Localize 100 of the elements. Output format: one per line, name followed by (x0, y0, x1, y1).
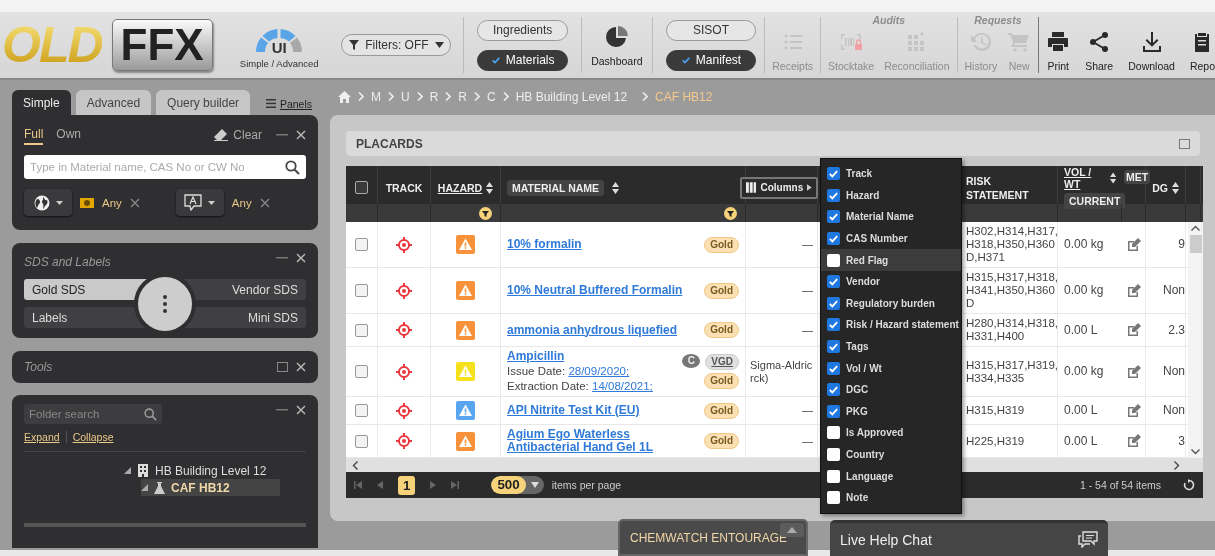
toolbar-button[interactable]: Download (1128, 27, 1175, 73)
search-field[interactable]: Type in Material name, CAS No or CW No (24, 155, 306, 179)
column-header[interactable]: DG (1152, 181, 1168, 194)
tag[interactable]: Gold (704, 322, 739, 338)
close-icon[interactable] (296, 405, 306, 415)
menu-item[interactable]: DGC (821, 378, 961, 401)
close-icon[interactable] (296, 362, 306, 372)
columns-button[interactable]: Columns (740, 176, 818, 199)
live-chat-bar[interactable]: Live Help Chat (830, 520, 1108, 556)
ui-mode-switch[interactable]: UI Simple / Advanced (235, 21, 324, 69)
menu-item[interactable]: Tags (821, 335, 961, 358)
entourage-tab[interactable]: CHEMWATCH ENTOURAGE (618, 519, 808, 556)
maximize-icon[interactable] (277, 362, 288, 372)
target-icon[interactable] (396, 322, 412, 338)
scroll-right-icon[interactable] (1174, 460, 1180, 470)
close-icon[interactable] (129, 197, 140, 208)
row-checkbox[interactable] (355, 284, 368, 297)
expander-icon[interactable] (141, 484, 148, 491)
search-icon[interactable] (285, 160, 300, 175)
language-dropdown[interactable] (175, 189, 224, 216)
folder-search-field[interactable]: Folder search (24, 404, 162, 424)
menu-item[interactable]: PKG (821, 400, 961, 423)
target-icon[interactable] (396, 402, 412, 419)
menu-item[interactable]: Language (821, 465, 961, 487)
column-header[interactable]: HAZARD (437, 181, 483, 194)
close-icon[interactable] (296, 130, 306, 140)
scroll-down-icon[interactable] (1191, 449, 1200, 455)
tree-link[interactable]: Collapse (72, 431, 114, 443)
toolbar-button[interactable]: Repo (1189, 27, 1215, 73)
close-icon[interactable] (259, 197, 270, 208)
toolbar-button[interactable]: Print (1046, 27, 1071, 73)
scroll-left-icon[interactable] (352, 460, 358, 470)
last-page-icon[interactable] (451, 481, 460, 489)
edit-icon[interactable] (1126, 237, 1141, 252)
menu-item[interactable]: Vendor (821, 270, 961, 293)
checkbox[interactable] (827, 340, 840, 354)
menu-item[interactable]: Regulatory burden (821, 292, 961, 315)
date-link[interactable]: 28/09/2020; (568, 365, 630, 377)
sidebar-tab[interactable]: Advanced (75, 90, 152, 115)
material-link[interactable]: Agium Ego Waterless Antibacterial Hand Gel 1L (507, 428, 699, 454)
toggle-button[interactable]: SISOT (665, 19, 757, 41)
menu-item[interactable]: Hazard (821, 184, 961, 207)
previous-page-icon[interactable] (376, 481, 384, 489)
clear-button[interactable]: Clear (214, 128, 262, 142)
row-checkbox[interactable] (355, 365, 368, 378)
tag[interactable]: Gold (704, 373, 739, 389)
scrollbar-thumb[interactable] (1189, 235, 1202, 253)
target-icon[interactable] (396, 236, 412, 253)
tree-item[interactable]: HB Building Level 12 (124, 462, 267, 479)
checkbox[interactable] (827, 383, 840, 397)
checkbox[interactable] (827, 426, 840, 440)
material-link[interactable]: 10% formalin (507, 238, 699, 251)
material-link[interactable]: API Nitrite Test Kit (EU) (507, 404, 699, 417)
expander-icon[interactable] (124, 467, 131, 474)
menu-item[interactable]: Material Name (821, 206, 961, 228)
tag[interactable]: Gold (704, 433, 739, 449)
first-page-icon[interactable] (354, 481, 362, 489)
filter-icon[interactable] (479, 206, 492, 220)
search-icon[interactable] (144, 408, 157, 421)
menu-item[interactable]: Vol / Wt (821, 357, 961, 379)
tree-item[interactable]: CAF HB12 (141, 479, 280, 496)
vertical-scrollbar[interactable] (1188, 222, 1203, 458)
target-icon[interactable] (396, 363, 412, 380)
column-header[interactable]: VOL / WT (1064, 166, 1106, 190)
checkbox[interactable] (827, 404, 840, 418)
checkbox[interactable] (827, 361, 840, 375)
scroll-up-icon[interactable] (1191, 225, 1200, 231)
menu-item[interactable]: Risk / Hazard statement (821, 314, 961, 336)
material-link[interactable]: Ampicillin (507, 350, 671, 363)
checkbox[interactable] (827, 275, 840, 289)
tag[interactable]: Gold (704, 282, 739, 299)
sort-icon[interactable] (1171, 181, 1179, 194)
row-checkbox[interactable] (355, 238, 368, 251)
row-checkbox[interactable] (355, 404, 368, 417)
sort-icon[interactable] (1109, 172, 1116, 184)
sort-icon[interactable] (612, 181, 620, 194)
tree-link[interactable]: Expand (24, 431, 60, 443)
toggle-button[interactable]: Materials (477, 49, 568, 71)
toolbar-button[interactable]: Share (1085, 27, 1114, 73)
close-icon[interactable] (296, 253, 306, 263)
menu-item[interactable]: Country (821, 443, 961, 466)
dashboard-button[interactable]: Dashboard (588, 22, 645, 68)
panels-link[interactable]: Panels (265, 97, 312, 110)
mode-tab[interactable]: Full (24, 125, 44, 145)
region-dropdown[interactable] (24, 189, 72, 216)
menu-item[interactable]: Track (821, 163, 961, 185)
row-checkbox[interactable] (355, 323, 368, 337)
tag[interactable]: Gold (704, 402, 739, 419)
menu-item[interactable]: Red Flag (821, 249, 961, 271)
filters-dropdown[interactable]: Filters: OFF (341, 34, 452, 56)
checkbox[interactable] (827, 188, 840, 202)
checkbox[interactable] (827, 318, 840, 332)
checkbox[interactable] (827, 232, 840, 246)
checkbox[interactable] (827, 296, 840, 310)
date-link[interactable]: 14/08/2021; (592, 380, 653, 392)
edit-icon[interactable] (1126, 283, 1141, 298)
sidebar-tab[interactable]: Query builder (156, 90, 251, 115)
tag[interactable]: Gold (704, 236, 739, 253)
edit-icon[interactable] (1126, 434, 1141, 448)
page-size-dropdown[interactable]: 500 (491, 476, 544, 494)
